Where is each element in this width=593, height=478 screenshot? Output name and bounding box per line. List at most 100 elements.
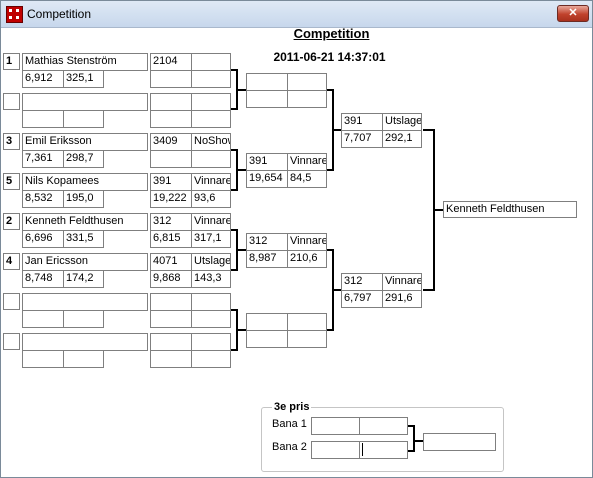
round2-match-id[interactable]: 312 — [150, 213, 192, 231]
seed-box[interactable]: 2 — [3, 213, 20, 230]
third-place-label: 3e pris — [272, 401, 312, 413]
semifinal-match-status[interactable]: Utslagen — [382, 113, 422, 131]
player-name[interactable] — [22, 333, 148, 351]
player-name[interactable] — [22, 293, 148, 311]
round2-match-id[interactable]: 4071 — [150, 253, 192, 271]
seed-box[interactable] — [3, 333, 20, 350]
round2-match-id[interactable] — [150, 93, 192, 111]
seed-box[interactable]: 1 — [3, 53, 20, 70]
round2-match-value2[interactable]: 317,1 — [191, 230, 231, 248]
round3-match-status[interactable]: Vinnare — [287, 233, 327, 251]
round2-match-value1[interactable]: 9,868 — [150, 270, 192, 288]
round2-match-status[interactable]: NoShow — [191, 133, 231, 151]
round3-match-value2[interactable] — [287, 90, 327, 108]
round2-match-id[interactable] — [150, 333, 192, 351]
round2-match-value2[interactable] — [191, 350, 231, 368]
player-value1[interactable]: 7,361 — [22, 150, 64, 168]
semifinal-match-id[interactable]: 312 — [341, 273, 383, 291]
round3-match-value1[interactable] — [246, 330, 288, 348]
round2-match-id[interactable]: 2104 — [150, 53, 192, 71]
round2-match-value1[interactable] — [150, 70, 192, 88]
player-name[interactable]: Kenneth Feldthusen — [22, 213, 148, 231]
round3-match-id[interactable] — [246, 313, 288, 331]
semifinal-match-value1[interactable]: 6,797 — [341, 290, 383, 308]
round3-match-value2[interactable] — [287, 330, 327, 348]
round3-match-id[interactable] — [246, 73, 288, 91]
round2-match-value1[interactable]: 6,815 — [150, 230, 192, 248]
round2-match-value2[interactable] — [191, 310, 231, 328]
round2-match-status[interactable] — [191, 333, 231, 351]
seed-box[interactable]: 5 — [3, 173, 20, 190]
seed-box[interactable] — [3, 93, 20, 110]
round2-match-status[interactable] — [191, 93, 231, 111]
player-name[interactable]: Jan Ericsson — [22, 253, 148, 271]
semifinal-match-value2[interactable]: 292,1 — [382, 130, 422, 148]
lane1-field-a[interactable] — [311, 417, 360, 435]
lane2-field-b[interactable] — [359, 441, 408, 459]
round2-match-value1[interactable] — [150, 350, 192, 368]
round2-match-value2[interactable] — [191, 110, 231, 128]
round3-match-value1[interactable]: 8,987 — [246, 250, 288, 268]
round3-match-value1[interactable] — [246, 90, 288, 108]
round3-match-status[interactable] — [287, 313, 327, 331]
round3-match-status[interactable] — [287, 73, 327, 91]
round3-match-id[interactable]: 312 — [246, 233, 288, 251]
round3-match-status[interactable]: Vinnare — [287, 153, 327, 171]
player-value1[interactable]: 6,696 — [22, 230, 64, 248]
player-value2[interactable]: 325,1 — [63, 70, 104, 88]
semifinal-match-value1[interactable]: 7,707 — [341, 130, 383, 148]
round3-match-value2[interactable]: 84,5 — [287, 170, 327, 188]
player-value2[interactable]: 298,7 — [63, 150, 104, 168]
player-value2[interactable]: 174,2 — [63, 270, 104, 288]
player-value1[interactable] — [22, 110, 64, 128]
player-value1[interactable] — [22, 350, 64, 368]
round3-match-id[interactable]: 391 — [246, 153, 288, 171]
player-name[interactable]: Mathias Stenström — [22, 53, 148, 71]
round2-match-id[interactable]: 3409 — [150, 133, 192, 151]
player-value1[interactable] — [22, 310, 64, 328]
lane2-field-a[interactable] — [311, 441, 360, 459]
winner-field[interactable]: Kenneth Feldthusen — [443, 201, 577, 218]
round2-match-value1[interactable] — [150, 150, 192, 168]
round3-match-value1[interactable]: 19,654 — [246, 170, 288, 188]
player-name[interactable]: Nils Kopamees — [22, 173, 148, 191]
round2-match-value2[interactable]: 93,6 — [191, 190, 231, 208]
player-value2[interactable] — [63, 310, 104, 328]
third-place-result[interactable] — [423, 433, 496, 451]
seed-box[interactable]: 3 — [3, 133, 20, 150]
player-value2[interactable]: 331,5 — [63, 230, 104, 248]
round3-match-value2[interactable]: 210,6 — [287, 250, 327, 268]
player-name[interactable] — [22, 93, 148, 111]
round2-match-value1[interactable]: 19,222 — [150, 190, 192, 208]
round2-match-value2[interactable] — [191, 150, 231, 168]
seed-box[interactable] — [3, 293, 20, 310]
round2-match-status[interactable] — [191, 53, 231, 71]
seed-box[interactable]: 4 — [3, 253, 20, 270]
lane1-field-b[interactable] — [359, 417, 408, 435]
lane2-label: Bana 2 — [272, 441, 307, 453]
player-value1[interactable]: 6,912 — [22, 70, 64, 88]
round2-match-value2[interactable] — [191, 70, 231, 88]
round2-match-value1[interactable] — [150, 110, 192, 128]
semifinal-match-value2[interactable]: 291,6 — [382, 290, 422, 308]
player-value2[interactable]: 195,0 — [63, 190, 104, 208]
semifinal-match-id[interactable]: 391 — [341, 113, 383, 131]
round2-match-value2[interactable]: 143,3 — [191, 270, 231, 288]
round2-match-value1[interactable] — [150, 310, 192, 328]
close-button[interactable]: ✕ — [557, 5, 589, 22]
round2-match-status[interactable]: Vinnare — [191, 173, 231, 191]
player-value1[interactable]: 8,748 — [22, 270, 64, 288]
player-value2[interactable] — [63, 350, 104, 368]
player-value1[interactable]: 8,532 — [22, 190, 64, 208]
player-value2[interactable] — [63, 110, 104, 128]
round2-match-status[interactable]: Vinnare — [191, 213, 231, 231]
round2-match-status[interactable]: Utslagen — [191, 253, 231, 271]
connector — [236, 169, 246, 171]
round2-match-status[interactable] — [191, 293, 231, 311]
round2-match-id[interactable]: 391 — [150, 173, 192, 191]
round2-match-id[interactable] — [150, 293, 192, 311]
title-bar[interactable]: Competition ✕ — [1, 1, 592, 28]
player-name[interactable]: Emil Eriksson — [22, 133, 148, 151]
connector — [332, 289, 341, 291]
semifinal-match-status[interactable]: Vinnare — [382, 273, 422, 291]
